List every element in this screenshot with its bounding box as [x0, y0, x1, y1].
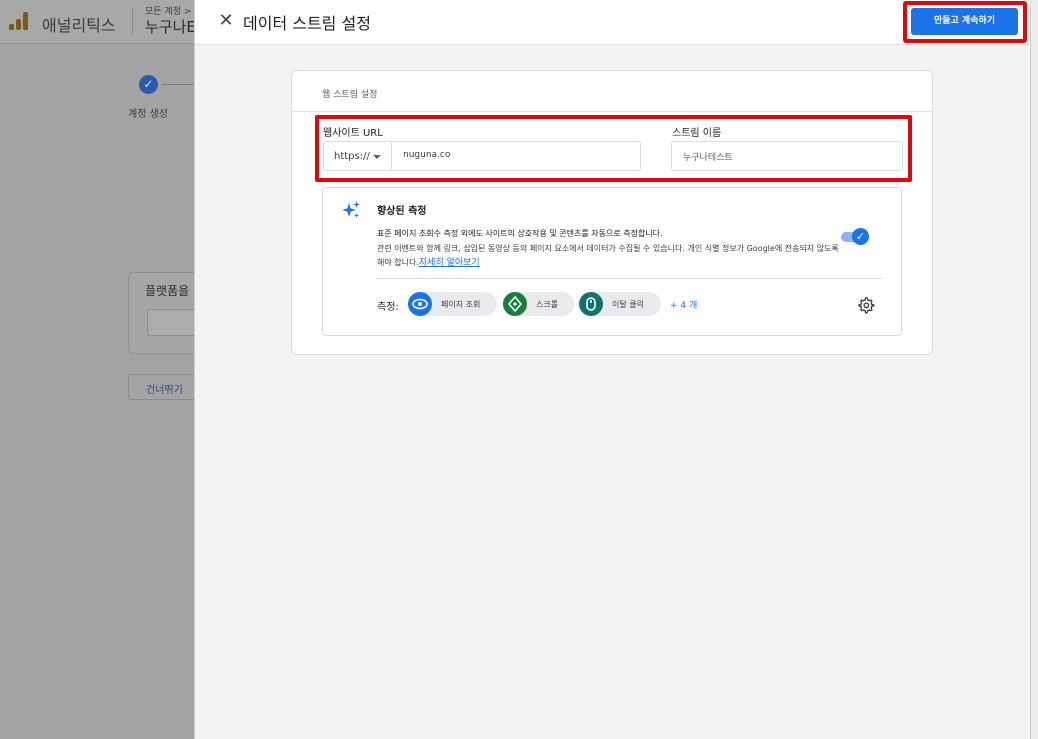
data-stream-modal: ✕ 데이터 스트림 설정 만들고 계속하기 웹 스트림 설정 웹사이트 URL … [194, 0, 1031, 739]
enhanced-measurement-card: 향상된 측정 표준 페이지 조회수 측정 외에도 사이트의 상호작용 및 콘텐츠… [322, 187, 902, 336]
enhanced-privacy-note: 관련 이벤트와 함께 링크, 삽입된 동영상 등의 페이지 요소에서 데이터가 … [377, 242, 847, 270]
eye-icon [408, 292, 432, 316]
modal-title: 데이터 스트림 설정 [243, 14, 371, 33]
check-icon: ✓ [852, 228, 869, 245]
chip-label: 페이지 조회 [441, 300, 481, 309]
chip-scroll[interactable]: 스크롤 [503, 292, 574, 316]
enhanced-measurement-title: 향상된 측정 [377, 206, 427, 217]
gear-icon[interactable] [857, 296, 875, 314]
scroll-icon [503, 292, 527, 316]
platform-card-title: 플랫폼을 [145, 284, 190, 298]
create-and-continue-button[interactable]: 만들고 계속하기 [911, 8, 1018, 35]
enhanced-measurement-toggle[interactable]: ✓ [841, 228, 869, 246]
step-label: 계정 생성 [128, 109, 168, 120]
caret-down-icon[interactable] [373, 155, 381, 159]
analytics-logo-icon [8, 10, 30, 32]
app-name: 애널리틱스 [42, 16, 116, 35]
step-check-icon: ✓ [139, 75, 158, 94]
chip-page-views[interactable]: 페이지 조회 [408, 292, 497, 316]
header-divider [132, 8, 133, 34]
website-url-input[interactable]: nuguna.co [391, 141, 641, 171]
mouse-icon [579, 292, 603, 316]
chip-label: 스크롤 [536, 300, 559, 309]
protocol-select[interactable]: https:// [323, 141, 392, 171]
enhanced-description: 표준 페이지 조회수 측정 외에도 사이트의 상호작용 및 콘텐츠를 자동으로 … [377, 229, 663, 238]
modal-header: ✕ 데이터 스트림 설정 만들고 계속하기 [195, 0, 1031, 45]
learn-more-link[interactable]: 자세히 알아보기 [419, 258, 480, 268]
breadcrumb-account[interactable]: 누구나E [145, 16, 196, 37]
web-stream-panel: 웹 스트림 설정 웹사이트 URL https:// nuguna.co 스트림… [291, 70, 933, 355]
modal-right-edge [1030, 0, 1038, 739]
panel-title: 웹 스트림 설정 [322, 90, 378, 100]
close-icon[interactable]: ✕ [217, 11, 235, 31]
more-events-link[interactable]: + 4 개 [670, 298, 697, 311]
chip-label: 이탈 클릭 [612, 300, 644, 309]
panel-divider [292, 111, 932, 112]
sparkle-icon [342, 201, 360, 218]
chip-outbound-clicks[interactable]: 이탈 클릭 [579, 292, 661, 316]
enhanced-divider [377, 278, 883, 279]
stream-name-label: 스트림 이름 [672, 128, 722, 139]
website-url-label: 웹사이트 URL [323, 128, 383, 139]
measure-label: 측정: [377, 302, 399, 313]
stream-name-input[interactable]: 누구나테스트 [671, 141, 903, 171]
